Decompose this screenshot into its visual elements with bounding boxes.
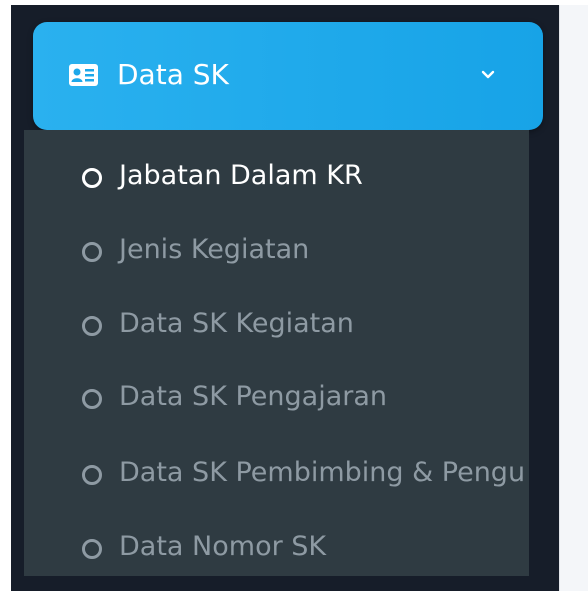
menu-data-sk[interactable]: Data SK — [33, 22, 543, 130]
circle-icon — [82, 168, 102, 188]
submenu: Jabatan Dalam KR Jenis Kegiatan Data SK … — [24, 130, 529, 576]
submenu-item-data-sk-pengajaran[interactable]: Data SK Pengajaran — [24, 371, 529, 431]
chevron-down-icon[interactable] — [478, 65, 498, 85]
menu-header-label: Data SK — [117, 58, 229, 91]
submenu-item-label: Jenis Kegiatan — [119, 234, 310, 265]
circle-icon — [82, 316, 102, 336]
submenu-item-data-sk-kegiatan[interactable]: Data SK Kegiatan — [24, 298, 529, 358]
sidebar: Data SK Jabatan Dalam KR Jenis Kegiatan … — [11, 5, 559, 591]
circle-icon — [82, 389, 102, 409]
circle-icon — [82, 465, 102, 485]
submenu-item-label: Data SK Pengajaran — [119, 381, 388, 412]
submenu-item-label: Data SK Kegiatan — [119, 308, 354, 339]
circle-icon — [82, 242, 102, 262]
id-card-icon — [69, 64, 98, 86]
submenu-item-label: Data Nomor SK — [119, 531, 327, 562]
circle-icon — [82, 539, 102, 559]
main-content-area — [559, 5, 588, 591]
submenu-item-label: Jabatan Dalam KR — [119, 160, 363, 191]
submenu-item-label: Data SK Pembimbing & Pengu — [119, 457, 526, 488]
submenu-item-data-nomor-sk[interactable]: Data Nomor SK — [24, 521, 529, 576]
submenu-item-jenis-kegiatan[interactable]: Jenis Kegiatan — [24, 224, 529, 284]
submenu-item-jabatan-dalam-kr[interactable]: Jabatan Dalam KR — [24, 150, 529, 210]
submenu-item-data-sk-pembimbing-penguji[interactable]: Data SK Pembimbing & Pengu — [24, 447, 529, 507]
page: Data SK Jabatan Dalam KR Jenis Kegiatan … — [0, 0, 588, 591]
